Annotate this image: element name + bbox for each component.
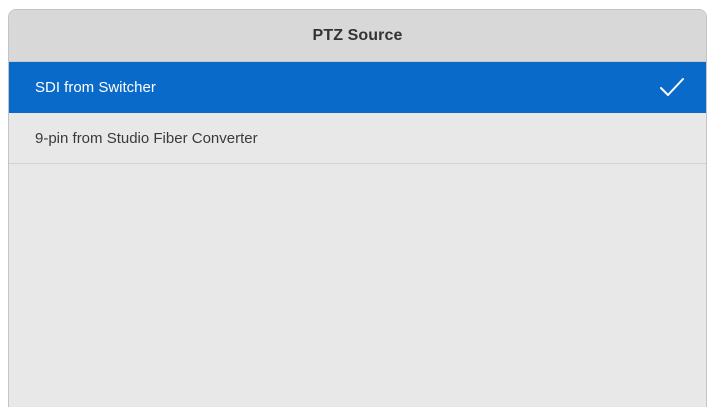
page-title: PTZ Source — [312, 26, 403, 44]
option-label: 9-pin from Studio Fiber Converter — [35, 129, 258, 147]
ptz-source-panel: PTZ Source SDI from Switcher 9-pin from … — [8, 9, 707, 407]
option-9-pin-from-studio-fiber-converter[interactable]: 9-pin from Studio Fiber Converter — [9, 113, 706, 164]
checkmark-icon — [658, 75, 686, 99]
panel-header: PTZ Source — [9, 10, 706, 62]
option-label: SDI from Switcher — [35, 78, 156, 96]
option-sdi-from-switcher[interactable]: SDI from Switcher — [9, 62, 706, 113]
options-list: SDI from Switcher 9-pin from Studio Fibe… — [9, 62, 706, 164]
